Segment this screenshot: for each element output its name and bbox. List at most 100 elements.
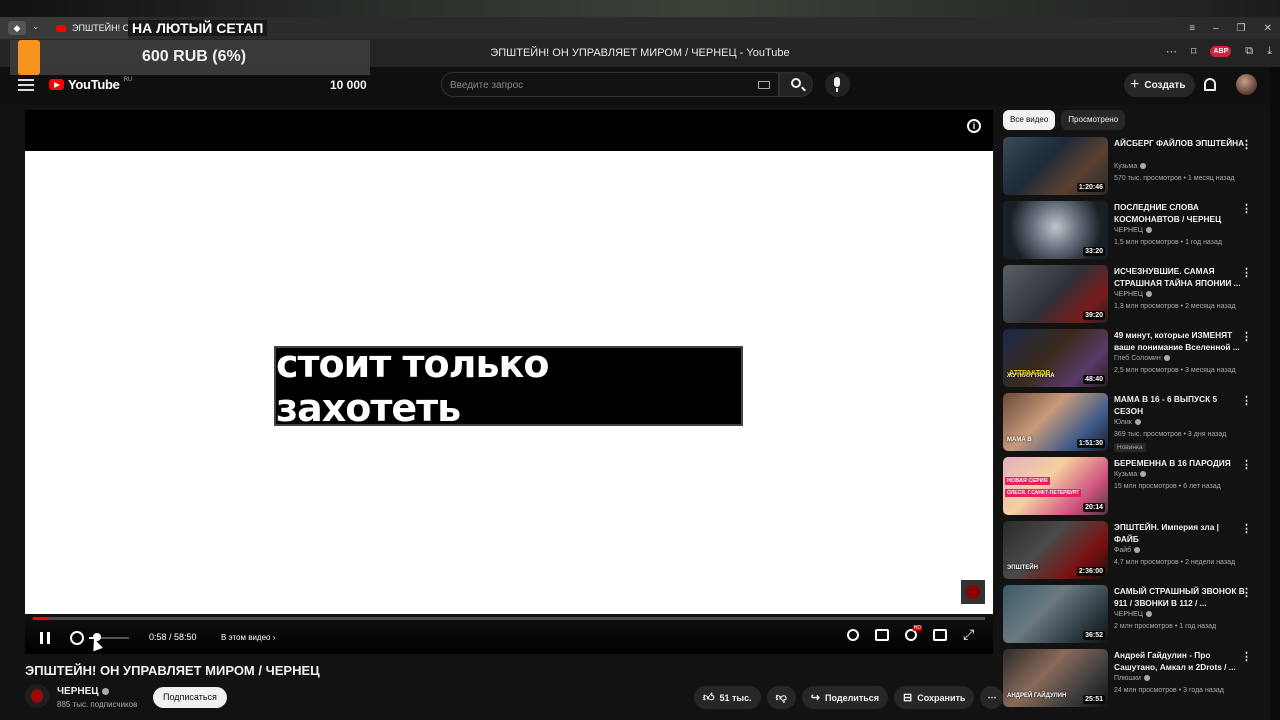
recommendation-channel[interactable]: Юлик	[1114, 419, 1141, 426]
recommendation-item[interactable]: МАМА В 1:51:30 МАМА В 16 - 6 ВЫПУСК 5 СЕЗО…	[1003, 393, 1268, 457]
screen: ◆ ⌄ ЭПШТЕЙН! ОН ≡ – ❐ ✕ ЭПШТЕЙН! ОН УПРА…	[0, 0, 1280, 720]
kebab-menu-icon[interactable]: ⋮	[1241, 588, 1252, 599]
chip-watched[interactable]: Просмотрено	[1061, 110, 1126, 130]
recommendation-item[interactable]: 39:20 ИСЧЕЗНУВШИЕ. САМАЯ СТРАШНАЯ ТАЙНА Я…	[1003, 265, 1268, 329]
subscribe-button[interactable]: Подписаться	[153, 687, 227, 708]
bookmark-icon[interactable]: ⌑	[1191, 45, 1197, 58]
recommendation-channel-name: Кузьма	[1114, 163, 1138, 170]
like-count: 51 тыс.	[719, 692, 752, 703]
more-icon[interactable]: ⋯	[1166, 45, 1177, 58]
recommendation-channel[interactable]: Плюшки	[1114, 675, 1150, 682]
kebab-menu-icon[interactable]: ⋮	[1241, 332, 1252, 343]
recommendation-title[interactable]: САМЫЙ СТРАШНЫЙ ЗВОНОК В 911 / ЗВОНКИ В 1…	[1114, 585, 1246, 609]
kebab-menu-icon[interactable]: ⋮	[1241, 460, 1252, 471]
maximize-icon[interactable]: ❐	[1237, 23, 1246, 34]
miniplayer-icon[interactable]	[933, 629, 947, 641]
account-avatar[interactable]	[1236, 74, 1257, 95]
recommendation-channel[interactable]: Кузьма	[1114, 471, 1147, 478]
chip-all-videos[interactable]: Все видео	[1003, 110, 1056, 130]
progress-bar[interactable]	[33, 617, 985, 620]
recommendation-item[interactable]: 36:52 САМЫЙ СТРАШНЫЙ ЗВОНОК В 911 / ЗВОНК…	[1003, 585, 1268, 649]
player-controls: 0:58 / 58:50 В этом видео › HD	[25, 614, 993, 654]
recommendation-channel[interactable]: ЧЕРНЕЦ	[1114, 227, 1152, 234]
recommendation-item[interactable]: ЭПШТЕЙН 2:36:00 ЭПШТЕЙН. Империя зла | ФАЙ…	[1003, 521, 1268, 585]
recommendation-title[interactable]: БЕРЕМЕННА В 16 ПАРОДИЯ	[1114, 457, 1246, 469]
recommendation-channel-name: Юлик	[1114, 419, 1132, 426]
recommendation-item[interactable]: АНДРЕЙ ГАЙДУЛИН 25:51 Андрей Гайдулин - Пр…	[1003, 649, 1268, 713]
recommendation-title[interactable]: МАМА В 16 - 6 ВЫПУСК 5 СЕЗОН	[1114, 393, 1246, 417]
more-actions-button[interactable]: ⋯	[980, 686, 1004, 709]
recommendation-title[interactable]: АЙСБЕРГ ФАЙЛОВ ЭПШТЕЙНА	[1114, 137, 1246, 149]
kebab-menu-icon[interactable]: ⋮	[1241, 524, 1252, 535]
verified-icon	[1140, 471, 1147, 478]
guide-menu-icon[interactable]	[18, 79, 34, 91]
kebab-menu-icon[interactable]: ⋮	[1241, 204, 1252, 215]
channel-watermark[interactable]	[961, 580, 985, 604]
autoplay-toggle-icon[interactable]	[847, 629, 859, 641]
recommendation-channel[interactable]: ЧЕРНЕЦ	[1114, 291, 1152, 298]
volume-icon[interactable]	[70, 631, 84, 645]
recommendation-channel-name: Глеб Соломин	[1114, 355, 1161, 362]
pause-icon[interactable]	[40, 632, 50, 644]
video-thumbnail[interactable]: 36:52	[1003, 585, 1108, 643]
youtube-logo[interactable]: YouTube RU	[49, 77, 132, 92]
recommendation-channel[interactable]: Глеб Соломин	[1114, 355, 1170, 362]
kebab-menu-icon[interactable]: ⋮	[1241, 268, 1252, 279]
donation-overlay: НА ЛЮТЫЙ СЕТАП 600 RUB (6%)	[0, 17, 370, 75]
chapters-button[interactable]: В этом видео ›	[221, 633, 275, 642]
recommendation-channel[interactable]: Кузьма	[1114, 163, 1147, 170]
video-thumbnail[interactable]: АНДРЕЙ ГАЙДУЛИН 25:51	[1003, 649, 1108, 707]
recommendation-title[interactable]: ЭПШТЕЙН. Империя зла | ФАЙБ	[1114, 521, 1246, 545]
video-thumbnail[interactable]: 39:20	[1003, 265, 1108, 323]
video-caption-box: стоит только захотеть	[274, 342, 743, 430]
search-input[interactable]	[450, 77, 740, 93]
save-button[interactable]: ⊟ Сохранить	[894, 686, 975, 709]
video-duration: 1:51:30	[1076, 439, 1105, 448]
adblock-icon[interactable]: ABP	[1210, 46, 1232, 57]
search-button[interactable]	[779, 72, 813, 97]
subtitles-icon[interactable]	[875, 629, 889, 641]
notifications-bell-icon[interactable]	[1204, 78, 1216, 91]
recommendation-item[interactable]: ЖУТКАЯ ТАЙНА АТТРАКТОР 48:40 49 минут, кото…	[1003, 329, 1268, 393]
video-thumbnail[interactable]: 1:20:46	[1003, 137, 1108, 195]
recommendation-title[interactable]: 49 минут, которые ИЗМЕНЯТ ваше понимание…	[1114, 329, 1246, 353]
recommendation-title[interactable]: ИСЧЕЗНУВШИЕ. САМАЯ СТРАШНАЯ ТАЙНА ЯПОНИИ…	[1114, 265, 1246, 289]
video-thumbnail[interactable]: НОВАЯ СЕРИЯ ОЛЕСЯ, Г.САНКТ-ПЕТЕРБУРГ 20:14	[1003, 457, 1108, 515]
kebab-menu-icon[interactable]: ⋮	[1241, 652, 1252, 663]
recommendation-channel[interactable]: Файб	[1114, 547, 1141, 554]
collections-icon[interactable]: ⧉	[1245, 45, 1253, 58]
recommendation-item[interactable]: 1:20:46 АЙСБЕРГ ФАЙЛОВ ЭПШТЕЙНА Кузьма 570 …	[1003, 137, 1268, 201]
create-button[interactable]: + Создать	[1124, 73, 1196, 97]
minimize-icon[interactable]: –	[1213, 23, 1219, 34]
close-icon[interactable]: ✕	[1264, 23, 1272, 34]
recommendation-title[interactable]: ПОСЛЕДНИЕ СЛОВА КОСМОНАВТОВ / ЧЕРНЕЦ	[1114, 201, 1246, 225]
info-icon[interactable]: i	[967, 119, 981, 133]
recommendation-channel[interactable]: ЧЕРНЕЦ	[1114, 611, 1152, 618]
thumbnail-text-secondary: АТТРАКТОР	[1009, 370, 1051, 377]
verified-icon	[1143, 675, 1150, 682]
thumbnail-text-secondary: ОЛЕСЯ, Г.САНКТ-ПЕТЕРБУРГ	[1005, 489, 1082, 497]
recommendation-title[interactable]: Андрей Гайдулин - Про Сашутано, Амкал и …	[1114, 649, 1246, 673]
settings-gear-icon[interactable]: HD	[905, 625, 922, 641]
channel-avatar[interactable]	[25, 684, 49, 708]
video-thumbnail[interactable]: МАМА В 1:51:30	[1003, 393, 1108, 451]
fullscreen-icon[interactable]	[963, 626, 977, 643]
like-button[interactable]: 👍︎ 51 тыс.	[694, 686, 761, 709]
channel-name-link[interactable]: ЧЕРНЕЦ	[57, 686, 109, 697]
download-icon[interactable]: ⤓	[1267, 45, 1272, 58]
video-player[interactable]: i стоит только захотеть 0:58 / 58:50 В э…	[25, 110, 993, 654]
video-thumbnail[interactable]: ЭПШТЕЙН 2:36:00	[1003, 521, 1108, 579]
recommendation-item[interactable]: НОВАЯ СЕРИЯ ОЛЕСЯ, Г.САНКТ-ПЕТЕРБУРГ 20:14…	[1003, 457, 1268, 521]
dislike-button[interactable]: 👎︎	[766, 686, 796, 709]
kebab-menu-icon[interactable]: ⋮	[1241, 140, 1252, 151]
video-thumbnail[interactable]: ЖУТКАЯ ТАЙНА АТТРАКТОР 48:40	[1003, 329, 1108, 387]
menu-icon[interactable]: ≡	[1189, 23, 1195, 34]
voice-search-button[interactable]	[825, 72, 850, 97]
keyboard-icon[interactable]	[758, 81, 770, 89]
share-button[interactable]: ↪ Поделиться	[801, 686, 889, 709]
recommendation-channel-name: ЧЕРНЕЦ	[1114, 291, 1143, 298]
kebab-menu-icon[interactable]: ⋮	[1241, 396, 1252, 407]
recommendation-item[interactable]: 33:20 ПОСЛЕДНИЕ СЛОВА КОСМОНАВТОВ / ЧЕРНЕ…	[1003, 201, 1268, 265]
recommendation-channel-name: ЧЕРНЕЦ	[1114, 611, 1143, 618]
video-thumbnail[interactable]: 33:20	[1003, 201, 1108, 259]
